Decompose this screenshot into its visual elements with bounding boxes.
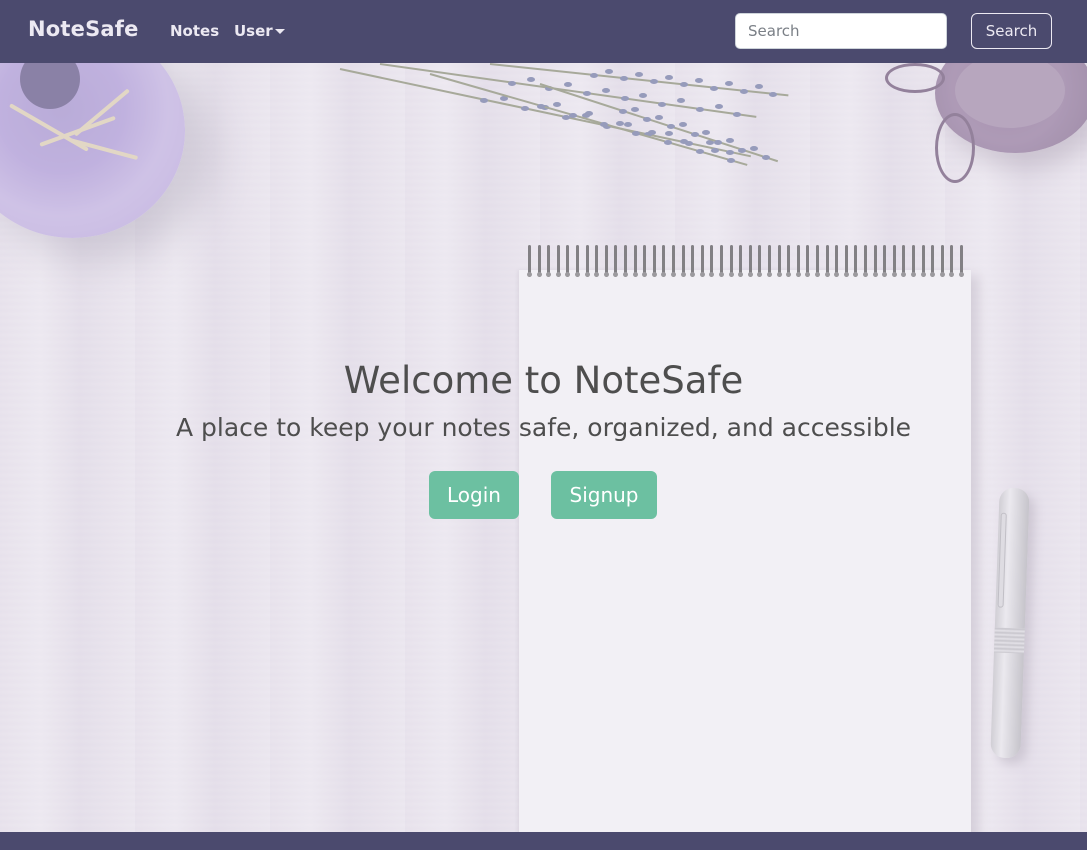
footer — [0, 832, 1087, 850]
nav-dropdown-user[interactable]: User — [234, 22, 273, 40]
hero-section: Welcome to NoteSafe A place to keep your… — [0, 63, 1087, 832]
search-input[interactable] — [735, 13, 947, 49]
background-overlay — [0, 63, 1087, 832]
nav-link-notes[interactable]: Notes — [170, 22, 219, 40]
hero-title: Welcome to NoteSafe — [343, 359, 744, 402]
brand-logo[interactable]: NoteSafe — [28, 17, 139, 41]
search-button[interactable]: Search — [971, 13, 1052, 49]
signup-button[interactable]: Signup — [551, 471, 657, 519]
hero-subtitle: A place to keep your notes safe, organiz… — [175, 413, 912, 442]
login-button[interactable]: Login — [429, 471, 519, 519]
chevron-down-icon[interactable] — [275, 29, 285, 34]
navbar: NoteSafe Notes User Search — [0, 0, 1087, 63]
